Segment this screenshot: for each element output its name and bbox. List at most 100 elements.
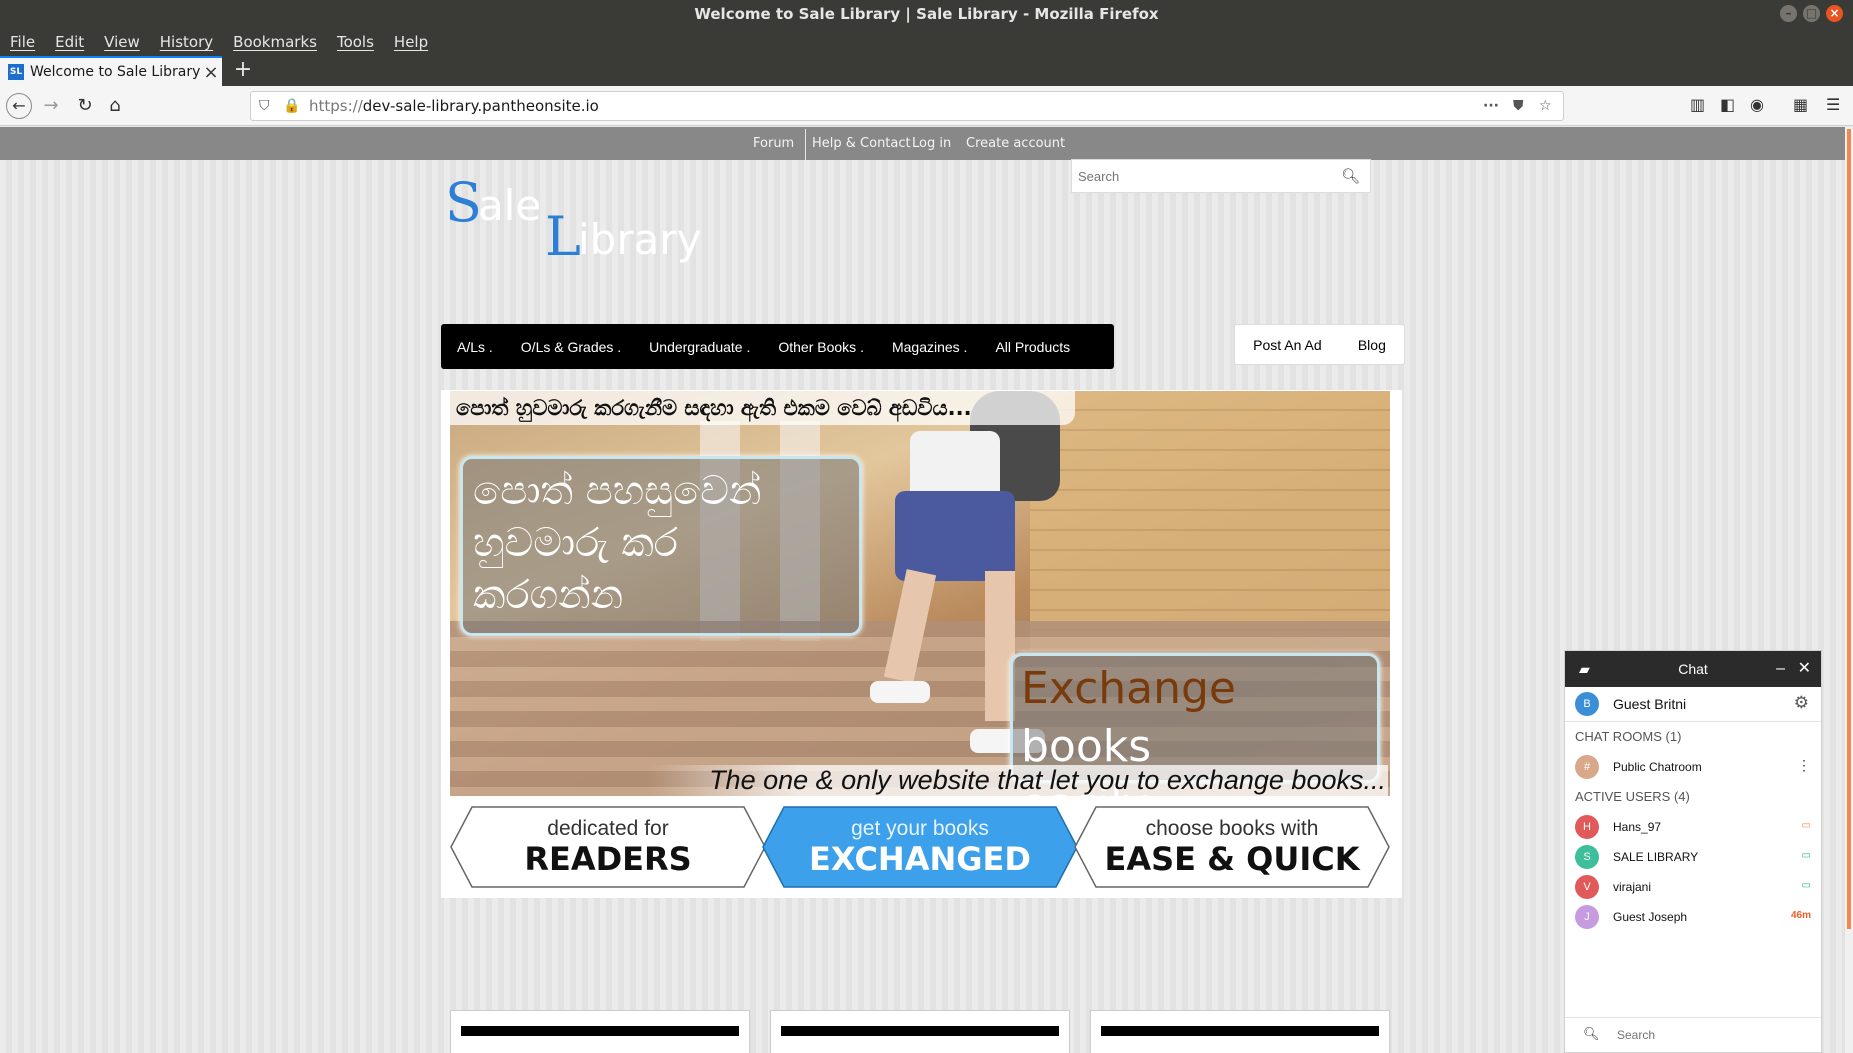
product-card-bar [781,1026,1059,1036]
chat-title: Chat [1678,661,1708,677]
close-window-button[interactable]: × [1826,5,1843,22]
maximize-window-button[interactable]: □ [1803,5,1820,22]
nav-als[interactable]: A/Ls . [457,339,493,355]
post-ad-link[interactable]: Post An Ad [1253,337,1322,353]
hero-sinhala-line: හුවමාරු කර [473,520,678,566]
home-button[interactable]: ⌂ [102,93,128,119]
secondary-nav: Post An Ad Blog [1234,324,1405,365]
laptop-icon: ▭ [1801,820,1811,831]
avatar: V [1575,875,1599,899]
library-icon[interactable]: ▥ [1690,95,1705,114]
forward-button[interactable]: → [38,93,64,119]
hero-shorts-graphic [895,491,1015,581]
feature-exchanged[interactable]: get your books EXCHANGED [762,806,1078,888]
sidebar-icon[interactable]: ◧ [1720,95,1735,114]
logo-word-ibrary: ibrary [578,215,702,264]
hero-banner-image[interactable]: පොත් හුවමාරු කරගැනීම සඳහා ඇති එකම වෙබ් අ… [450,391,1390,796]
bookmark-star-icon[interactable]: ☆ [1539,92,1552,120]
room-avatar: # [1575,755,1599,779]
feature-ease-line1: choose books with [1145,817,1319,840]
close-chat-icon[interactable]: ✕ [1798,651,1811,687]
nav-magazines[interactable]: Magazines . [892,339,967,355]
scrollbar-thumb[interactable] [1847,129,1851,929]
browser-tab-active[interactable]: SL Welcome to Sale Library × [0,56,222,86]
back-button[interactable]: ← [6,93,32,119]
account-icon[interactable]: ◉ [1750,95,1764,114]
forum-link[interactable]: Forum [753,136,794,151]
chat-room-name: Public Chatroom [1613,760,1702,774]
chat-user-item[interactable]: V virajani ▭ [1565,872,1821,902]
logo-letter-s: S [445,171,482,234]
avatar: H [1575,815,1599,839]
hero-building-graphic [1030,391,1390,651]
search-icon: 🔍︎ [1583,1027,1600,1042]
product-card[interactable] [1090,1010,1390,1053]
gear-icon[interactable]: ⚙ [1794,693,1809,713]
feature-strip: dedicated for READERS get your books EXC… [450,806,1390,888]
chat-user-item[interactable]: H Hans_97 ▭ [1565,812,1821,842]
product-card[interactable] [770,1010,1070,1053]
room-options-icon[interactable]: ⋮ [1797,757,1811,774]
laptop-icon: ▭ [1801,880,1811,891]
chat-room-item[interactable]: # Public Chatroom ⋮ [1565,752,1821,782]
site-search: 🔍︎ [1071,159,1371,193]
current-user-name: Guest Britni [1613,696,1687,712]
pocket-icon[interactable]: ⛊ [1513,92,1524,120]
site-logo[interactable]: S ale L ibrary [445,171,725,271]
logo-word-ale: ale [478,181,542,230]
hero-shoe-graphic [870,681,930,703]
product-card[interactable] [450,1010,750,1053]
url-scheme: https:// [309,97,363,115]
reload-button[interactable]: ↻ [72,93,98,119]
window-titlebar: Welcome to Sale Library | Sale Library -… [0,0,1853,28]
app-menu-icon[interactable]: ☰ [1826,95,1840,114]
laptop-icon: ▭ [1801,850,1811,861]
nav-undergraduate[interactable]: Undergraduate . [649,339,750,355]
chat-user-name: Guest Joseph [1613,910,1688,924]
login-link[interactable]: Log in [912,136,951,151]
hero-sinhala-line: කරගන්න [473,572,624,618]
menu-view[interactable]: View [104,33,140,51]
minimize-window-button[interactable]: – [1780,5,1797,22]
search-icon[interactable]: 🔍︎ [1341,167,1360,185]
chat-search-input[interactable] [1617,1026,1797,1044]
minimize-chat-icon[interactable]: – [1776,651,1785,687]
hero-banner-container: පොත් හුවමාරු කරගැනීම සඳහා ඇති එකම වෙබ් අ… [441,390,1402,898]
new-tab-button[interactable]: + [230,56,256,86]
nav-ols-grades[interactable]: O/Ls & Grades . [521,339,621,355]
feature-ease-quick[interactable]: choose books with EASE & QUICK [1074,806,1390,888]
help-contact-link[interactable]: Help & Contact [812,136,911,151]
chat-bubbles-icon: ▰ [1579,661,1590,677]
lock-icon[interactable]: 🔒 [283,92,300,120]
chat-rooms-header: CHAT ROOMS (1) [1575,729,1682,744]
avatar: S [1575,845,1599,869]
blog-link[interactable]: Blog [1358,337,1386,353]
chat-header[interactable]: ▰ Chat – ✕ [1565,651,1821,687]
close-tab-icon[interactable]: × [200,62,222,83]
feature-readers[interactable]: dedicated for READERS [450,806,766,888]
menu-history[interactable]: History [160,33,213,51]
page-actions-icon[interactable]: ··· [1483,92,1499,120]
avatar: J [1575,905,1599,929]
menu-edit[interactable]: Edit [55,33,84,51]
nav-all-products[interactable]: All Products [995,339,1070,355]
nav-other-books[interactable]: Other Books . [778,339,864,355]
chat-user-name: virajani [1613,880,1652,894]
chat-user-item[interactable]: J Guest Joseph 46m [1565,902,1821,932]
hero-exchange-word: Exchange [1021,663,1236,714]
chat-user-item[interactable]: S SALE LIBRARY ▭ [1565,842,1821,872]
menu-file[interactable]: File [10,33,35,51]
tab-title: Welcome to Sale Library [30,64,200,80]
extensions-icon[interactable]: ▦ [1793,95,1808,114]
create-account-link[interactable]: Create account [966,136,1065,151]
site-search-input[interactable] [1072,160,1322,192]
url-bar[interactable]: ⛉ 🔒 https://dev-sale-library.pantheonsit… [250,91,1564,121]
menu-bookmarks[interactable]: Bookmarks [233,33,317,51]
menu-help[interactable]: Help [394,33,428,51]
menu-tools[interactable]: Tools [337,33,374,51]
feature-ease-line2: EASE & QUICK [1104,840,1360,878]
page-scrollbar[interactable] [1845,127,1853,1053]
hero-sinhala-line: පොත් පහසුවෙන් [473,468,762,514]
tracking-shield-icon[interactable]: ⛉ [259,92,270,120]
chat-widget: ▰ Chat – ✕ B Guest Britni ⚙ CHAT ROOMS (… [1564,650,1822,1053]
